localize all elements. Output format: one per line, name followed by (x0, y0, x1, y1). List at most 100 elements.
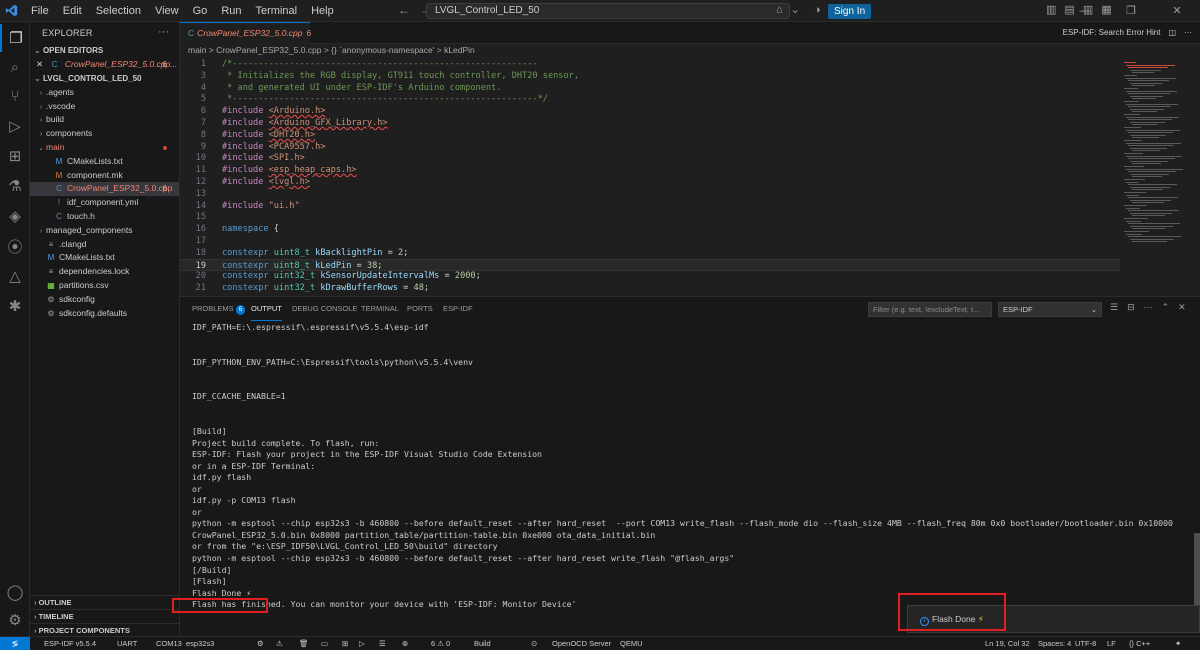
status-build-button[interactable]: Build (474, 637, 491, 650)
timeline-section[interactable]: › TIMELINE (30, 609, 180, 623)
status-right-item[interactable]: Ln 19, Col 32 (985, 637, 1030, 650)
status-openocd-server[interactable]: OpenOCD Server (552, 637, 611, 650)
code-line[interactable]: 10 #include <SPI.h> (180, 152, 1120, 164)
status-uart-item[interactable]: UART (117, 637, 137, 650)
code-line[interactable]: 1 /*-------------------------------------… (180, 58, 1120, 70)
account-icon[interactable]: ◯ (0, 578, 30, 606)
esp-idf-icon[interactable]: ✱ (0, 292, 30, 320)
status-com-port[interactable]: COM13 (156, 637, 182, 650)
tree-folder[interactable]: › .agents (30, 86, 179, 100)
tree-file[interactable]: ≡ .clangd (30, 238, 179, 252)
sign-in-button[interactable]: Sign In (828, 4, 872, 19)
code-line[interactable]: 11 #include <esp_heap_caps.h> (180, 164, 1120, 176)
more-actions-icon[interactable]: ··· (1144, 302, 1153, 313)
account-globe-icon[interactable]: ◑ (814, 4, 821, 16)
status-problems-count[interactable]: 6 ⚠ 0 (431, 637, 450, 650)
status-right-item[interactable]: UTF-8 (1075, 637, 1096, 650)
open-editors-header[interactable]: ⌄ OPEN EDITORS (30, 44, 179, 58)
tree-file[interactable]: ! idf_component.yml (30, 196, 179, 210)
tree-file[interactable]: Mcomponent.mk (30, 169, 179, 183)
code-line[interactable]: 18 constexpr uint8_t kBacklightPin = 2; (180, 247, 1120, 259)
status-right-item[interactable]: Spaces: 4 (1038, 637, 1071, 650)
tree-folder[interactable]: › components (30, 127, 179, 141)
code-line[interactable]: 7 #include <Arduino_GFX_Library.h> (180, 117, 1120, 129)
tree-folder[interactable]: ⌄ main (30, 141, 179, 155)
code-line[interactable]: 14 #include "ui.h" (180, 200, 1120, 212)
status-delete-icon[interactable]: 🗑 (299, 637, 309, 650)
minimize-icon[interactable]: — (1062, 0, 1108, 22)
menu-edit[interactable]: Edit (56, 0, 89, 22)
back-arrow-icon[interactable]: ← (398, 3, 410, 17)
code-line[interactable]: 17 (180, 235, 1120, 247)
remote-indicator-icon[interactable]: ≶ (0, 637, 30, 650)
maximize-panel-icon[interactable]: ⌃ (1162, 302, 1170, 313)
code-editor[interactable]: 1 /*-------------------------------------… (180, 58, 1120, 295)
breadcrumb[interactable]: main > CrowPanel_ESP32_5.0.cpp > {} `ano… (180, 44, 1120, 58)
code-line[interactable]: 8 #include <DHT20.h> (180, 129, 1120, 141)
more-actions-icon[interactable]: ··· (1184, 22, 1192, 44)
extensions-icon[interactable]: ⊞ (0, 142, 30, 170)
status-right-item[interactable]: ✦ (1175, 637, 1181, 650)
chevron-down-icon[interactable]: ⌄ (791, 3, 800, 16)
status-monitor-icon[interactable]: ▭ (321, 637, 328, 650)
menu-terminal[interactable]: Terminal (249, 0, 305, 22)
code-line[interactable]: 16 namespace { (180, 223, 1120, 235)
layout-sidebar-icon[interactable]: ▥ (1046, 3, 1056, 16)
settings-gear-icon[interactable]: ⚙ (0, 606, 30, 634)
source-control-icon[interactable]: ⑂ (0, 82, 30, 110)
platformio-icon[interactable]: △ (0, 262, 30, 290)
outline-section[interactable]: › OUTLINE (30, 595, 180, 609)
command-center-search[interactable]: LVGL_Control_LED_50 (426, 3, 790, 19)
tab-terminal[interactable]: TERMINAL (361, 297, 399, 321)
explorer-icon[interactable]: ❐ (0, 24, 30, 52)
code-line[interactable]: 21 constexpr uint32_t kDrawBufferRows = 4… (180, 282, 1120, 294)
code-line[interactable]: 20 constexpr uint32_t kSensorUpdateInterv… (180, 270, 1120, 282)
copilot-icon[interactable]: ⌂ (776, 4, 783, 16)
restore-icon[interactable]: ❐ (1108, 0, 1154, 22)
close-window-icon[interactable]: ✕ (1154, 0, 1200, 22)
tab-debug-console[interactable]: DEBUG CONSOLE (292, 297, 357, 321)
code-line[interactable]: 9 #include <PCA9557.h> (180, 141, 1120, 153)
status-menu-icon[interactable]: ☰ (379, 637, 386, 650)
tree-file[interactable]: M CMakeLists.txt (30, 155, 179, 169)
status-right-item[interactable]: {} C++ (1129, 637, 1150, 650)
status-qemu-item[interactable]: QEMU (620, 637, 643, 650)
tab-esp-idf[interactable]: ESP-IDF (443, 297, 473, 321)
tab-ports[interactable]: PORTS (407, 297, 433, 321)
more-actions-icon[interactable]: ··· (158, 26, 169, 38)
status-target-chip[interactable]: esp32s3 (186, 637, 214, 650)
search-icon[interactable]: ⌕ (0, 53, 30, 81)
status-settings-icon[interactable]: ⚙ (257, 637, 264, 650)
code-line[interactable]: 12 #include <lvgl.h> (180, 176, 1120, 188)
project-header[interactable]: ⌄ LVGL_CONTROL_LED_50 (30, 72, 179, 86)
status-right-item[interactable]: LF (1107, 637, 1116, 650)
minimap[interactable] (1120, 58, 1200, 295)
tree-file[interactable]: M CMakeLists.txt (30, 251, 179, 265)
python-icon[interactable]: ◈ (0, 202, 30, 230)
open-editor-item[interactable]: ✕ C CrowPanel_ESP32_5.0.cpp... 6 (30, 58, 179, 72)
project-components-section[interactable]: › PROJECT COMPONENTS (30, 623, 180, 637)
tab-problems[interactable]: PROBLEMS 6 (192, 297, 246, 321)
menu-view[interactable]: View (148, 0, 186, 22)
code-line[interactable]: 13 (180, 188, 1120, 200)
tree-file[interactable]: ⚙ sdkconfig (30, 293, 179, 307)
clear-output-icon[interactable]: ☰ (1110, 302, 1118, 313)
close-panel-icon[interactable]: ✕ (1178, 302, 1186, 313)
status-error-icon[interactable]: ⊗ (402, 637, 408, 650)
code-line[interactable]: 5 *-------------------------------------… (180, 93, 1120, 105)
tree-folder[interactable]: › build (30, 113, 179, 127)
status-run-icon[interactable]: ▷ (359, 637, 365, 650)
tab-crowpanel-cpp[interactable]: C CrowPanel_ESP32_5.0.cpp 6 (180, 22, 311, 44)
run-debug-icon[interactable]: ▷ (0, 112, 30, 140)
code-line[interactable]: 19 constexpr uint8_t kLedPin = 38; (180, 258, 1120, 271)
menu-go[interactable]: Go (186, 0, 215, 22)
tree-file[interactable]: ⚙ sdkconfig.defaults (30, 307, 179, 321)
testing-icon[interactable]: ⚗ (0, 172, 30, 200)
output-channel-select[interactable]: ESP-IDF ⌄ (998, 302, 1102, 317)
tree-folder[interactable]: › managed_components (30, 224, 179, 238)
code-line[interactable]: 3 * Initializes the RGB display, GT911 t… (180, 70, 1120, 82)
menu-help[interactable]: Help (304, 0, 341, 22)
tree-file[interactable]: ≡ dependencies.lock (30, 265, 179, 279)
code-line[interactable]: 4 * and generated UI under ESP-IDF's Ard… (180, 82, 1120, 94)
menu-run[interactable]: Run (214, 0, 248, 22)
